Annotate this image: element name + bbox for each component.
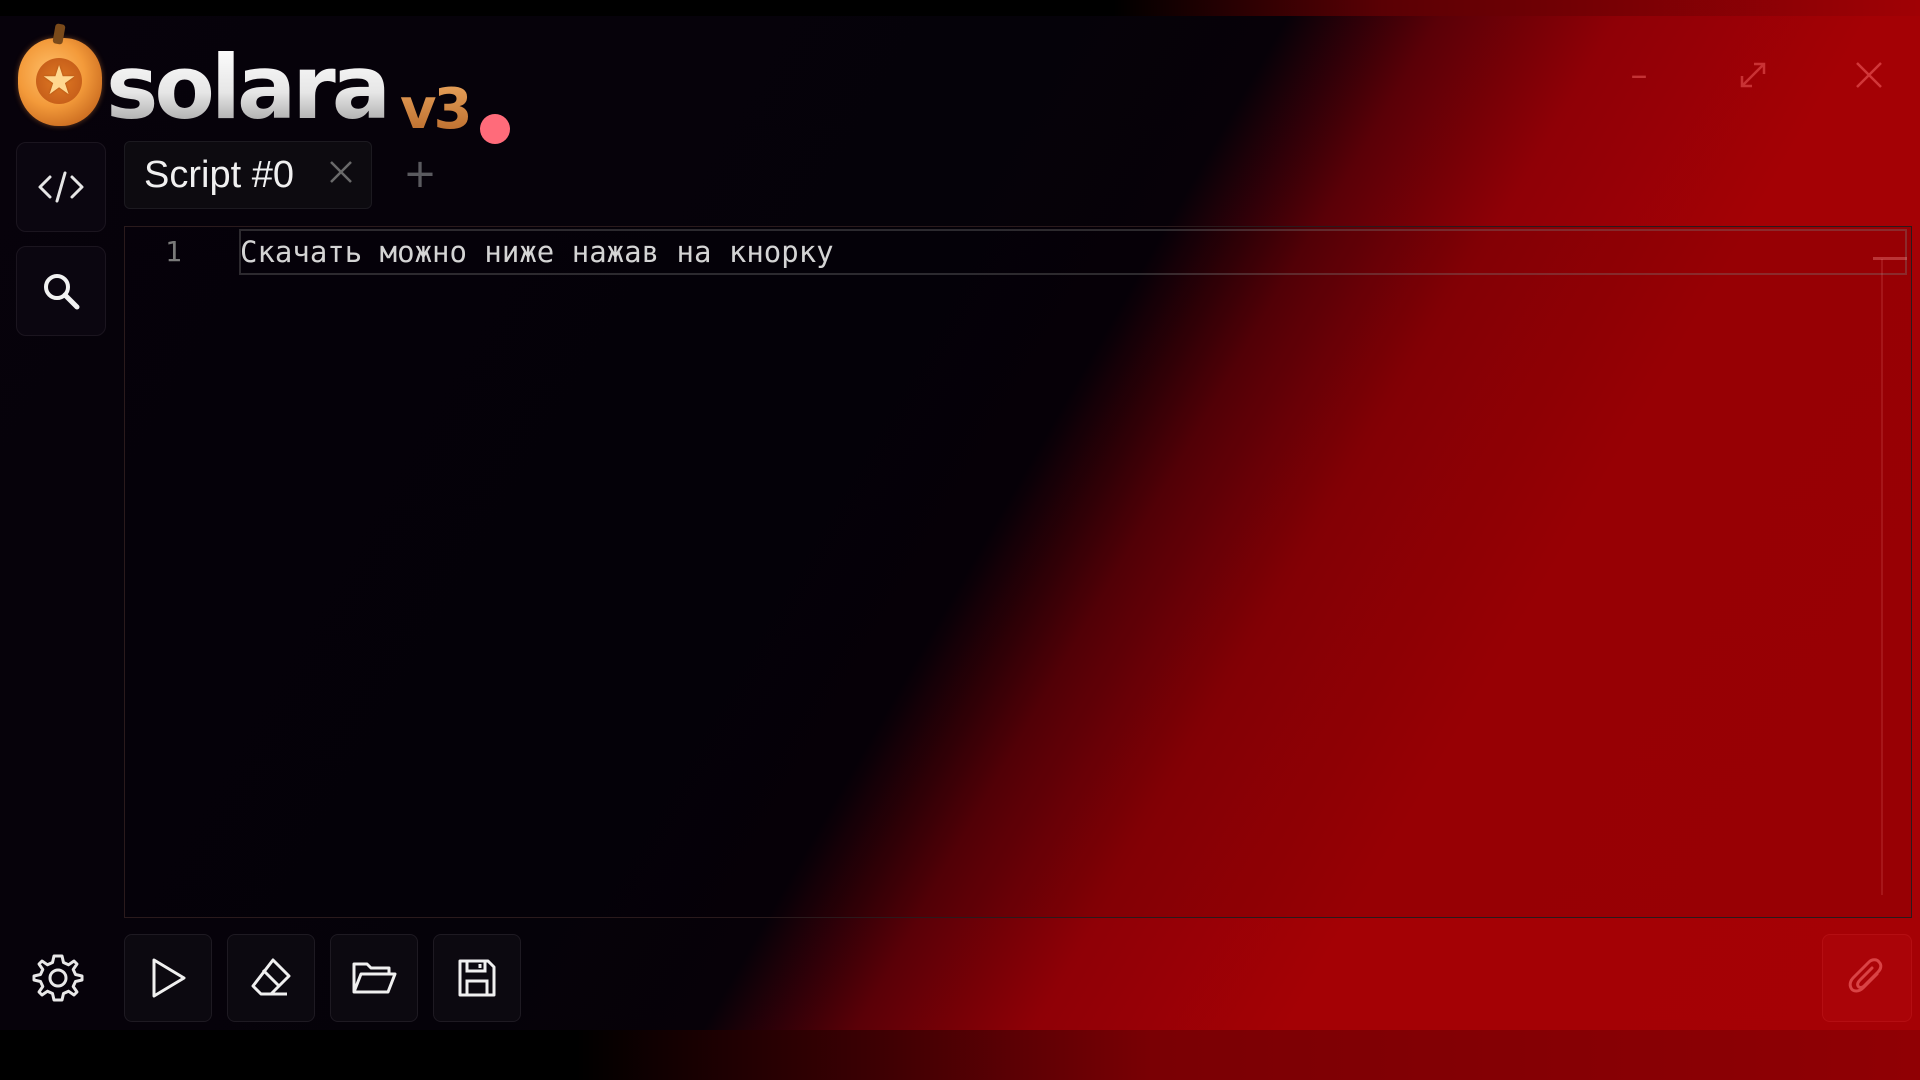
add-tab-button[interactable]: + bbox=[398, 152, 442, 196]
save-button[interactable] bbox=[433, 934, 521, 1022]
play-icon bbox=[152, 958, 186, 998]
minimize-button[interactable]: – bbox=[1616, 52, 1662, 98]
search-icon bbox=[44, 274, 80, 310]
tab-label: Script #0 bbox=[144, 153, 294, 196]
app-window: ★ solara v3 – Script #0 + 1 Скачать можн… bbox=[0, 0, 1920, 1080]
save-icon bbox=[458, 959, 496, 997]
star-icon: ★ bbox=[36, 58, 82, 104]
pumpkin-logo-icon: ★ bbox=[18, 23, 102, 126]
code-editor[interactable]: 1 Скачать можно ниже нажав на кнорку bbox=[124, 226, 1912, 918]
minimize-icon: – bbox=[1630, 55, 1648, 95]
open-file-button[interactable] bbox=[330, 934, 418, 1022]
scrollbar-marker bbox=[1873, 257, 1907, 260]
paperclip-icon bbox=[1848, 958, 1883, 993]
search-button[interactable] bbox=[16, 246, 106, 336]
close-icon bbox=[330, 161, 352, 183]
status-dot bbox=[480, 114, 510, 144]
bottom-band bbox=[0, 1030, 1920, 1080]
maximize-button[interactable] bbox=[1730, 52, 1776, 98]
attach-button[interactable] bbox=[1822, 934, 1912, 1022]
clear-button[interactable] bbox=[227, 934, 315, 1022]
eraser-icon bbox=[251, 958, 291, 996]
gear-icon bbox=[32, 954, 84, 1002]
close-icon bbox=[1856, 62, 1882, 88]
editor-view-button[interactable] bbox=[16, 142, 106, 232]
pumpkin-stem bbox=[52, 23, 66, 45]
logo-text: solara bbox=[106, 36, 391, 139]
code-icon bbox=[38, 171, 84, 203]
tab-close-button[interactable] bbox=[323, 156, 359, 192]
line-number: 1 bbox=[165, 235, 182, 268]
folder-open-icon bbox=[352, 962, 397, 994]
editor-scrollbar[interactable] bbox=[1881, 259, 1883, 895]
title-strip bbox=[0, 0, 1920, 16]
logo-version: v3 bbox=[400, 77, 472, 142]
tab-script-0[interactable]: Script #0 bbox=[124, 141, 372, 209]
settings-button[interactable] bbox=[26, 946, 90, 1010]
execute-button[interactable] bbox=[124, 934, 212, 1022]
code-line[interactable]: Скачать можно ниже нажав на кнорку bbox=[240, 235, 834, 269]
maximize-icon bbox=[1740, 62, 1766, 88]
close-button[interactable] bbox=[1846, 52, 1892, 98]
